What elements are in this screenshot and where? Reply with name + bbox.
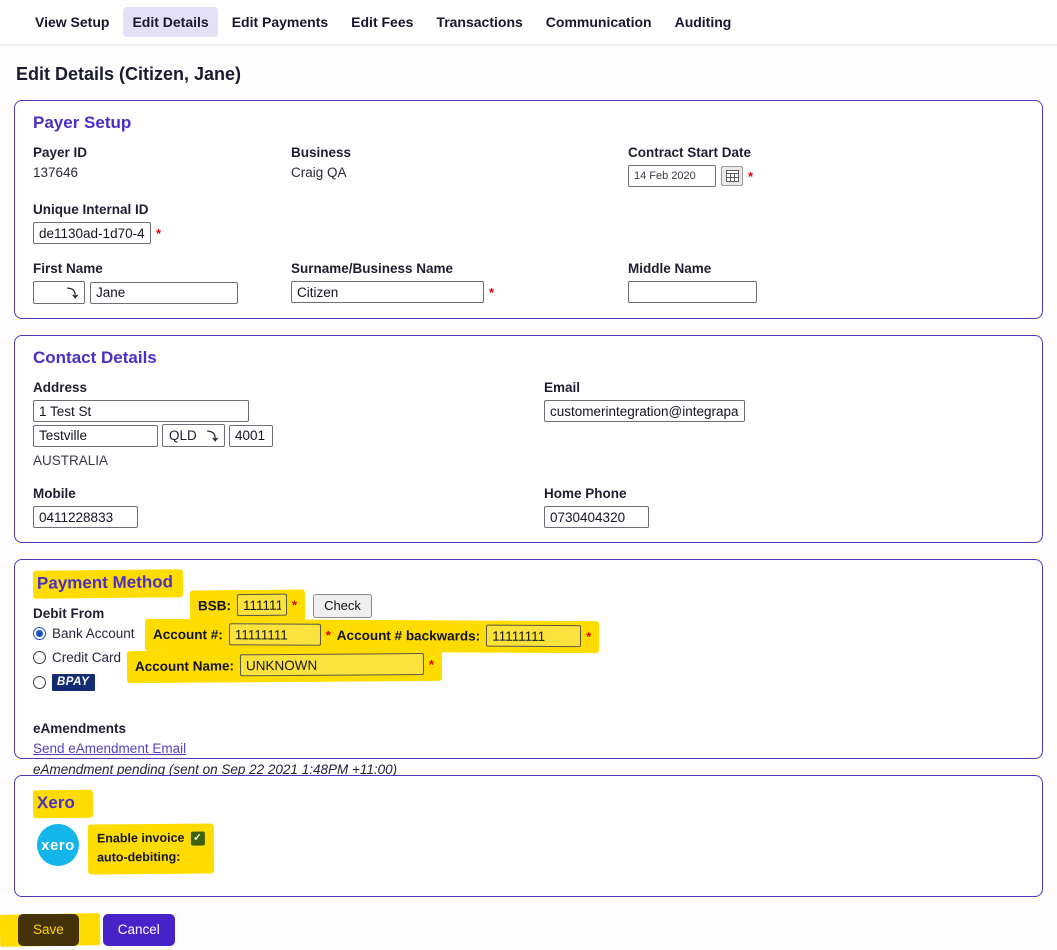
- unique-internal-id-label: Unique Internal ID: [33, 202, 1024, 217]
- bpay-logo-icon: BPAY: [52, 674, 95, 691]
- contract-start-date-input[interactable]: [628, 165, 716, 187]
- send-eamendment-email-link[interactable]: Send eAmendment Email: [33, 741, 186, 756]
- email-label: Email: [544, 380, 1024, 395]
- home-phone-label: Home Phone: [544, 486, 1024, 501]
- mobile-input[interactable]: [33, 506, 138, 528]
- tab-transactions[interactable]: Transactions: [427, 7, 531, 37]
- tab-auditing[interactable]: Auditing: [666, 7, 741, 37]
- tab-edit-payments[interactable]: Edit Payments: [223, 7, 337, 37]
- home-phone-input[interactable]: [544, 506, 649, 528]
- contact-details-heading: Contact Details: [33, 348, 1024, 368]
- highlighter-mark: Account Name: *: [127, 649, 442, 683]
- account-name-input[interactable]: [240, 653, 424, 676]
- title-select[interactable]: ⤵: [33, 281, 85, 304]
- radio-credit-card-label: Credit Card: [52, 650, 121, 665]
- business-label: Business: [291, 145, 628, 160]
- enable-invoice-label-line1: Enable invoice: [97, 829, 185, 849]
- required-asterisk: *: [489, 285, 494, 300]
- address-label: Address: [33, 380, 544, 395]
- account-number-input[interactable]: [229, 623, 321, 645]
- chevron-down-icon: ⤵: [67, 285, 78, 301]
- check-bsb-button[interactable]: Check: [313, 594, 372, 618]
- account-name-row: Account Name: *: [127, 650, 442, 682]
- tab-communication[interactable]: Communication: [537, 7, 661, 37]
- account-number-label: Account #:: [153, 626, 223, 641]
- radio-button-icon[interactable]: [33, 627, 46, 640]
- calendar-icon[interactable]: [721, 166, 743, 186]
- tab-edit-details[interactable]: Edit Details: [123, 7, 217, 37]
- payer-setup-section: Payer Setup Payer ID 137646 Business Cra…: [14, 100, 1043, 319]
- top-navigation: View Setup Edit Details Edit Payments Ed…: [0, 0, 1057, 46]
- tab-view-setup[interactable]: View Setup: [26, 7, 118, 37]
- cancel-button[interactable]: Cancel: [103, 914, 175, 946]
- first-name-input[interactable]: [90, 282, 238, 304]
- country-label: AUSTRALIA: [33, 453, 544, 468]
- state-select[interactable]: QLD ⤵: [162, 424, 225, 447]
- radio-button-icon[interactable]: [33, 676, 46, 689]
- account-number-row: Account #: * Account # backwards: *: [145, 620, 599, 652]
- required-asterisk: *: [429, 656, 434, 671]
- bsb-input[interactable]: [237, 594, 287, 616]
- payer-id-value: 137646: [33, 165, 291, 180]
- required-asterisk: *: [292, 597, 297, 612]
- xero-logo-icon: xero: [37, 824, 79, 866]
- payment-method-heading: Payment Method: [33, 569, 183, 599]
- save-button[interactable]: Save: [18, 914, 79, 946]
- action-buttons: Save Cancel: [18, 913, 1057, 947]
- account-name-label: Account Name:: [135, 658, 234, 674]
- account-backwards-label: Account # backwards:: [337, 627, 480, 643]
- radio-button-icon[interactable]: [33, 651, 46, 664]
- business-value: Craig QA: [291, 165, 628, 180]
- surname-label: Surname/Business Name: [291, 261, 628, 276]
- first-name-label: First Name: [33, 261, 291, 276]
- required-asterisk: *: [748, 169, 753, 184]
- state-select-value: QLD: [169, 428, 197, 443]
- enable-invoice-label-line2: auto-debiting:: [97, 848, 180, 868]
- required-asterisk: *: [156, 226, 161, 241]
- contract-start-date-label: Contract Start Date: [628, 145, 1024, 160]
- xero-heading: Xero: [33, 790, 93, 819]
- eamendments-label: eAmendments: [33, 721, 1024, 736]
- page-title: Edit Details (Citizen, Jane): [16, 64, 1057, 85]
- bsb-label: BSB:: [198, 598, 231, 613]
- highlighter-mark: Account #: * Account # backwards: *: [145, 619, 599, 653]
- xero-section: Xero xero Enable invoice ✓ auto-debiting…: [14, 775, 1043, 897]
- suburb-input[interactable]: [33, 425, 158, 447]
- account-backwards-input[interactable]: [486, 625, 581, 647]
- address-line1-input[interactable]: [33, 400, 249, 422]
- surname-input[interactable]: [291, 281, 484, 303]
- payer-setup-heading: Payer Setup: [33, 113, 1024, 133]
- middle-name-input[interactable]: [628, 281, 757, 303]
- chevron-down-icon: ⤵: [207, 428, 218, 444]
- radio-bank-account-label: Bank Account: [52, 626, 135, 641]
- postcode-input[interactable]: [229, 425, 273, 447]
- mobile-label: Mobile: [33, 486, 544, 501]
- contact-details-section: Contact Details Address QLD ⤵ AUSTRALIA …: [14, 335, 1043, 543]
- email-input[interactable]: [544, 400, 745, 422]
- auto-debit-checkbox[interactable]: ✓: [190, 831, 204, 845]
- middle-name-label: Middle Name: [628, 261, 1024, 276]
- tab-edit-fees[interactable]: Edit Fees: [342, 7, 422, 37]
- highlighter-mark: BSB: *: [190, 589, 305, 622]
- required-asterisk: *: [326, 627, 331, 642]
- unique-internal-id-input[interactable]: [33, 222, 151, 244]
- required-asterisk: *: [586, 629, 591, 644]
- bsb-row: BSB: * Check: [190, 590, 372, 622]
- highlighter-mark: Enable invoice ✓ auto-debiting:: [88, 823, 214, 874]
- payment-method-section: Payment Method Debit From Bank Account C…: [14, 559, 1043, 759]
- payer-id-label: Payer ID: [33, 145, 291, 160]
